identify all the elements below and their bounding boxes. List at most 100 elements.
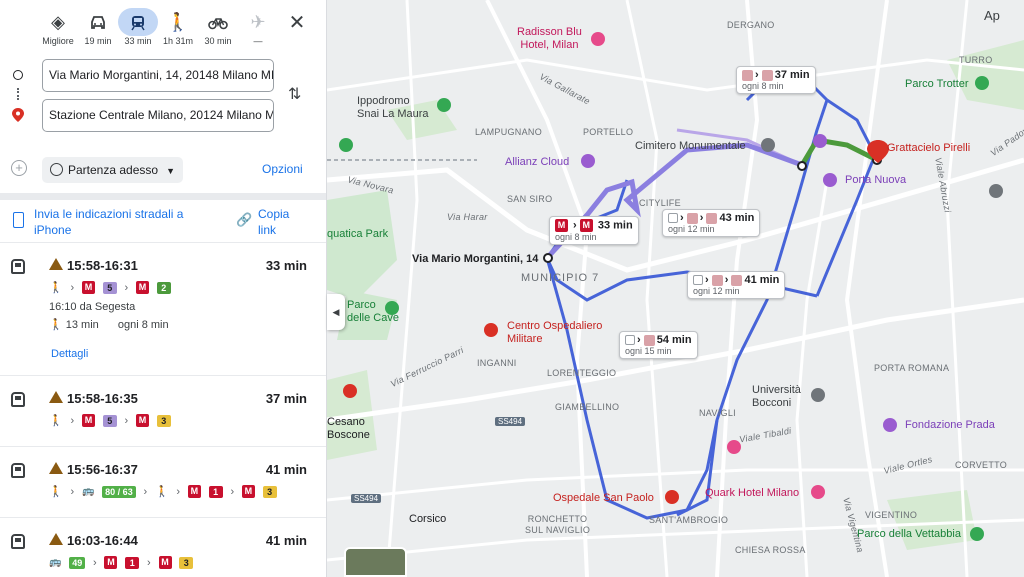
route-duration: 41 min [265, 533, 307, 548]
walk-icon: 🚶 [154, 486, 169, 498]
poi-parco-trotter[interactable]: Parco Trotter [905, 78, 969, 91]
poi-cimitero[interactable]: Cimitero Monumentale [635, 140, 746, 153]
route-tag-33[interactable]: M › M 33 min ogni 8 min [549, 216, 639, 245]
route-tag-43[interactable]: › › 43 min ogni 12 min [662, 209, 761, 237]
directions-panel: ◈ Migliore 19 min 33 min 🚶 1h 31m 30 min [0, 0, 327, 577]
chevron-right-icon: › [70, 281, 75, 294]
copy-link-button[interactable]: Copia link [258, 206, 308, 238]
depart-time-dropdown[interactable]: Partenza adesso ▼ [42, 157, 183, 183]
district-label: SAN SIRO [507, 194, 553, 204]
dots-connector-icon [17, 88, 19, 100]
mode-label: 33 min [124, 36, 152, 46]
route-option-3[interactable]: 15:56-16:37 41 min 🚶 › 🚌 80 / 63 › 🚶 › M… [0, 447, 326, 518]
metro-icon: M [135, 281, 149, 294]
swap-icon[interactable]: ⇅ [288, 84, 301, 104]
route-option-4[interactable]: 16:03-16:44 41 min 🚌 49 › M 1 › M 3 [0, 518, 326, 577]
poi-bocconi[interactable]: Università Bocconi [752, 384, 801, 410]
clock-icon [50, 163, 63, 176]
park-icon [437, 98, 451, 112]
chevron-right-icon: › [143, 485, 148, 498]
line-badge: 2 [156, 281, 171, 294]
district-label: RONCHETTO SUL NAVIGLIO [525, 514, 591, 535]
poi-pirelli[interactable]: Grattacielo Pirelli [887, 142, 970, 155]
line-badge: 3 [262, 485, 277, 498]
mode-transit[interactable]: 33 min [118, 8, 158, 52]
route-time: 16:03-16:44 [67, 533, 138, 548]
route-option-1[interactable]: 15:58-16:31 33 min 🚶 › M 5 › M 2 16:10 d… [0, 243, 326, 376]
map-canvas[interactable]: DERGANO TURRO LAMPUGNANO PORTELLO SAN SI… [327, 0, 1024, 577]
poi-vettabbia[interactable]: Parco della Vettabbia [857, 528, 961, 541]
satellite-layer-thumbnail[interactable] [344, 547, 407, 577]
train-icon [11, 534, 25, 549]
poi-quark[interactable]: Quark Hotel Milano [705, 487, 799, 500]
bus-icon: 🚌 [49, 557, 62, 568]
line-badge: 1 [208, 485, 223, 498]
route-option-2[interactable]: 15:58-16:35 37 min 🚶 › M 5 › M 3 [0, 376, 326, 447]
tag-duration: 54 min [656, 334, 692, 346]
divider [0, 193, 326, 200]
route-departure-info: 16:10 da Segesta [49, 301, 136, 313]
mode-flight[interactable]: ✈ — [238, 8, 278, 52]
chevron-right-icon: › [176, 485, 181, 498]
options-button[interactable]: Opzioni [262, 162, 303, 176]
route-duration: 33 min [265, 258, 307, 273]
route-inputs: Via Mario Morgantini, 14, 20148 Milano M… [0, 58, 326, 138]
route-tag-37[interactable]: › 37 min ogni 8 min [736, 66, 816, 94]
poi-ospedale-sp[interactable]: Ospedale San Paolo [553, 492, 654, 505]
close-icon[interactable]: ✕ [286, 12, 308, 34]
metro-icon: M [81, 281, 95, 294]
district-label: CORVETTO [955, 460, 1008, 470]
collapse-panel-button[interactable]: ◀ [327, 294, 345, 330]
tag-frequency: ogni 12 min [693, 286, 740, 296]
district-label: PORTELLO [583, 127, 634, 137]
route-time: 15:56-16:37 [67, 462, 138, 477]
poi-porta-nuova[interactable]: Porta Nuova [845, 174, 906, 187]
apps-button[interactable]: Ap [984, 8, 1000, 23]
district-label: NAVIGLI [699, 408, 736, 418]
district-label: MUNICIPIO 7 [521, 272, 600, 284]
route-steps: 🚶 › M 5 › M 3 [49, 414, 176, 430]
venue-icon [823, 173, 837, 187]
bike-icon [198, 8, 238, 36]
metro-icon [742, 69, 753, 81]
metro-icon: M [158, 556, 172, 569]
poi-fondazione[interactable]: Fondazione Prada [905, 419, 995, 432]
train-icon [11, 259, 25, 274]
poi-aquatica[interactable]: quatica Park [327, 228, 388, 241]
mode-walk[interactable]: 🚶 1h 31m [158, 8, 198, 52]
train-icon [118, 8, 158, 36]
metro-icon: M [81, 414, 95, 427]
route-tag-54[interactable]: › 54 min ogni 15 min [619, 331, 698, 359]
tag-duration: 37 min [774, 69, 810, 81]
chevron-right-icon: › [70, 485, 75, 498]
walk-icon: 🚶 [166, 12, 190, 32]
origin-input[interactable]: Via Mario Morgantini, 14, 20148 Milano M… [42, 59, 274, 92]
poi-ippodromo[interactable]: Ippodromo Snai La Maura [357, 95, 429, 121]
add-stop-icon[interactable]: + [11, 160, 27, 176]
poi-ospedaliero[interactable]: Centro Ospedaliero Militare [507, 320, 602, 346]
chevron-right-icon: › [93, 556, 97, 569]
send-to-phone-link[interactable]: Invia le indicazioni stradali a iPhone [34, 206, 214, 238]
tag-frequency: ogni 8 min [555, 232, 597, 242]
phone-send-icon [13, 212, 24, 228]
district-label: LORENTEGGIO [547, 368, 617, 378]
mode-label: 19 min [84, 36, 112, 46]
mode-car[interactable]: 19 min [78, 8, 118, 52]
train-icon [11, 392, 25, 407]
metro-icon [731, 274, 743, 286]
park-icon [385, 301, 399, 315]
park-icon [970, 527, 984, 541]
depart-label: Partenza adesso [68, 163, 159, 177]
details-button[interactable]: Dettagli [51, 348, 88, 360]
mode-best[interactable]: ◈ Migliore [38, 8, 78, 52]
hotel-icon [811, 485, 825, 499]
route-tag-41[interactable]: › › 41 min ogni 12 min [687, 271, 786, 299]
route-steps: 🚶 › 🚌 80 / 63 › 🚶 › M 1 › M 3 [49, 485, 282, 501]
diamond-turn-icon: ◈ [51, 12, 65, 32]
route-time: 15:58-16:35 [67, 391, 138, 406]
mode-bike[interactable]: 30 min [198, 8, 238, 52]
cemetery-icon [761, 138, 775, 152]
poi-allianz[interactable]: Allianz Cloud [505, 156, 569, 169]
destination-input[interactable]: Stazione Centrale Milano, 20124 Milano M… [42, 99, 274, 132]
poi-radisson[interactable]: Radisson Blu Hotel, Milan [517, 26, 582, 52]
